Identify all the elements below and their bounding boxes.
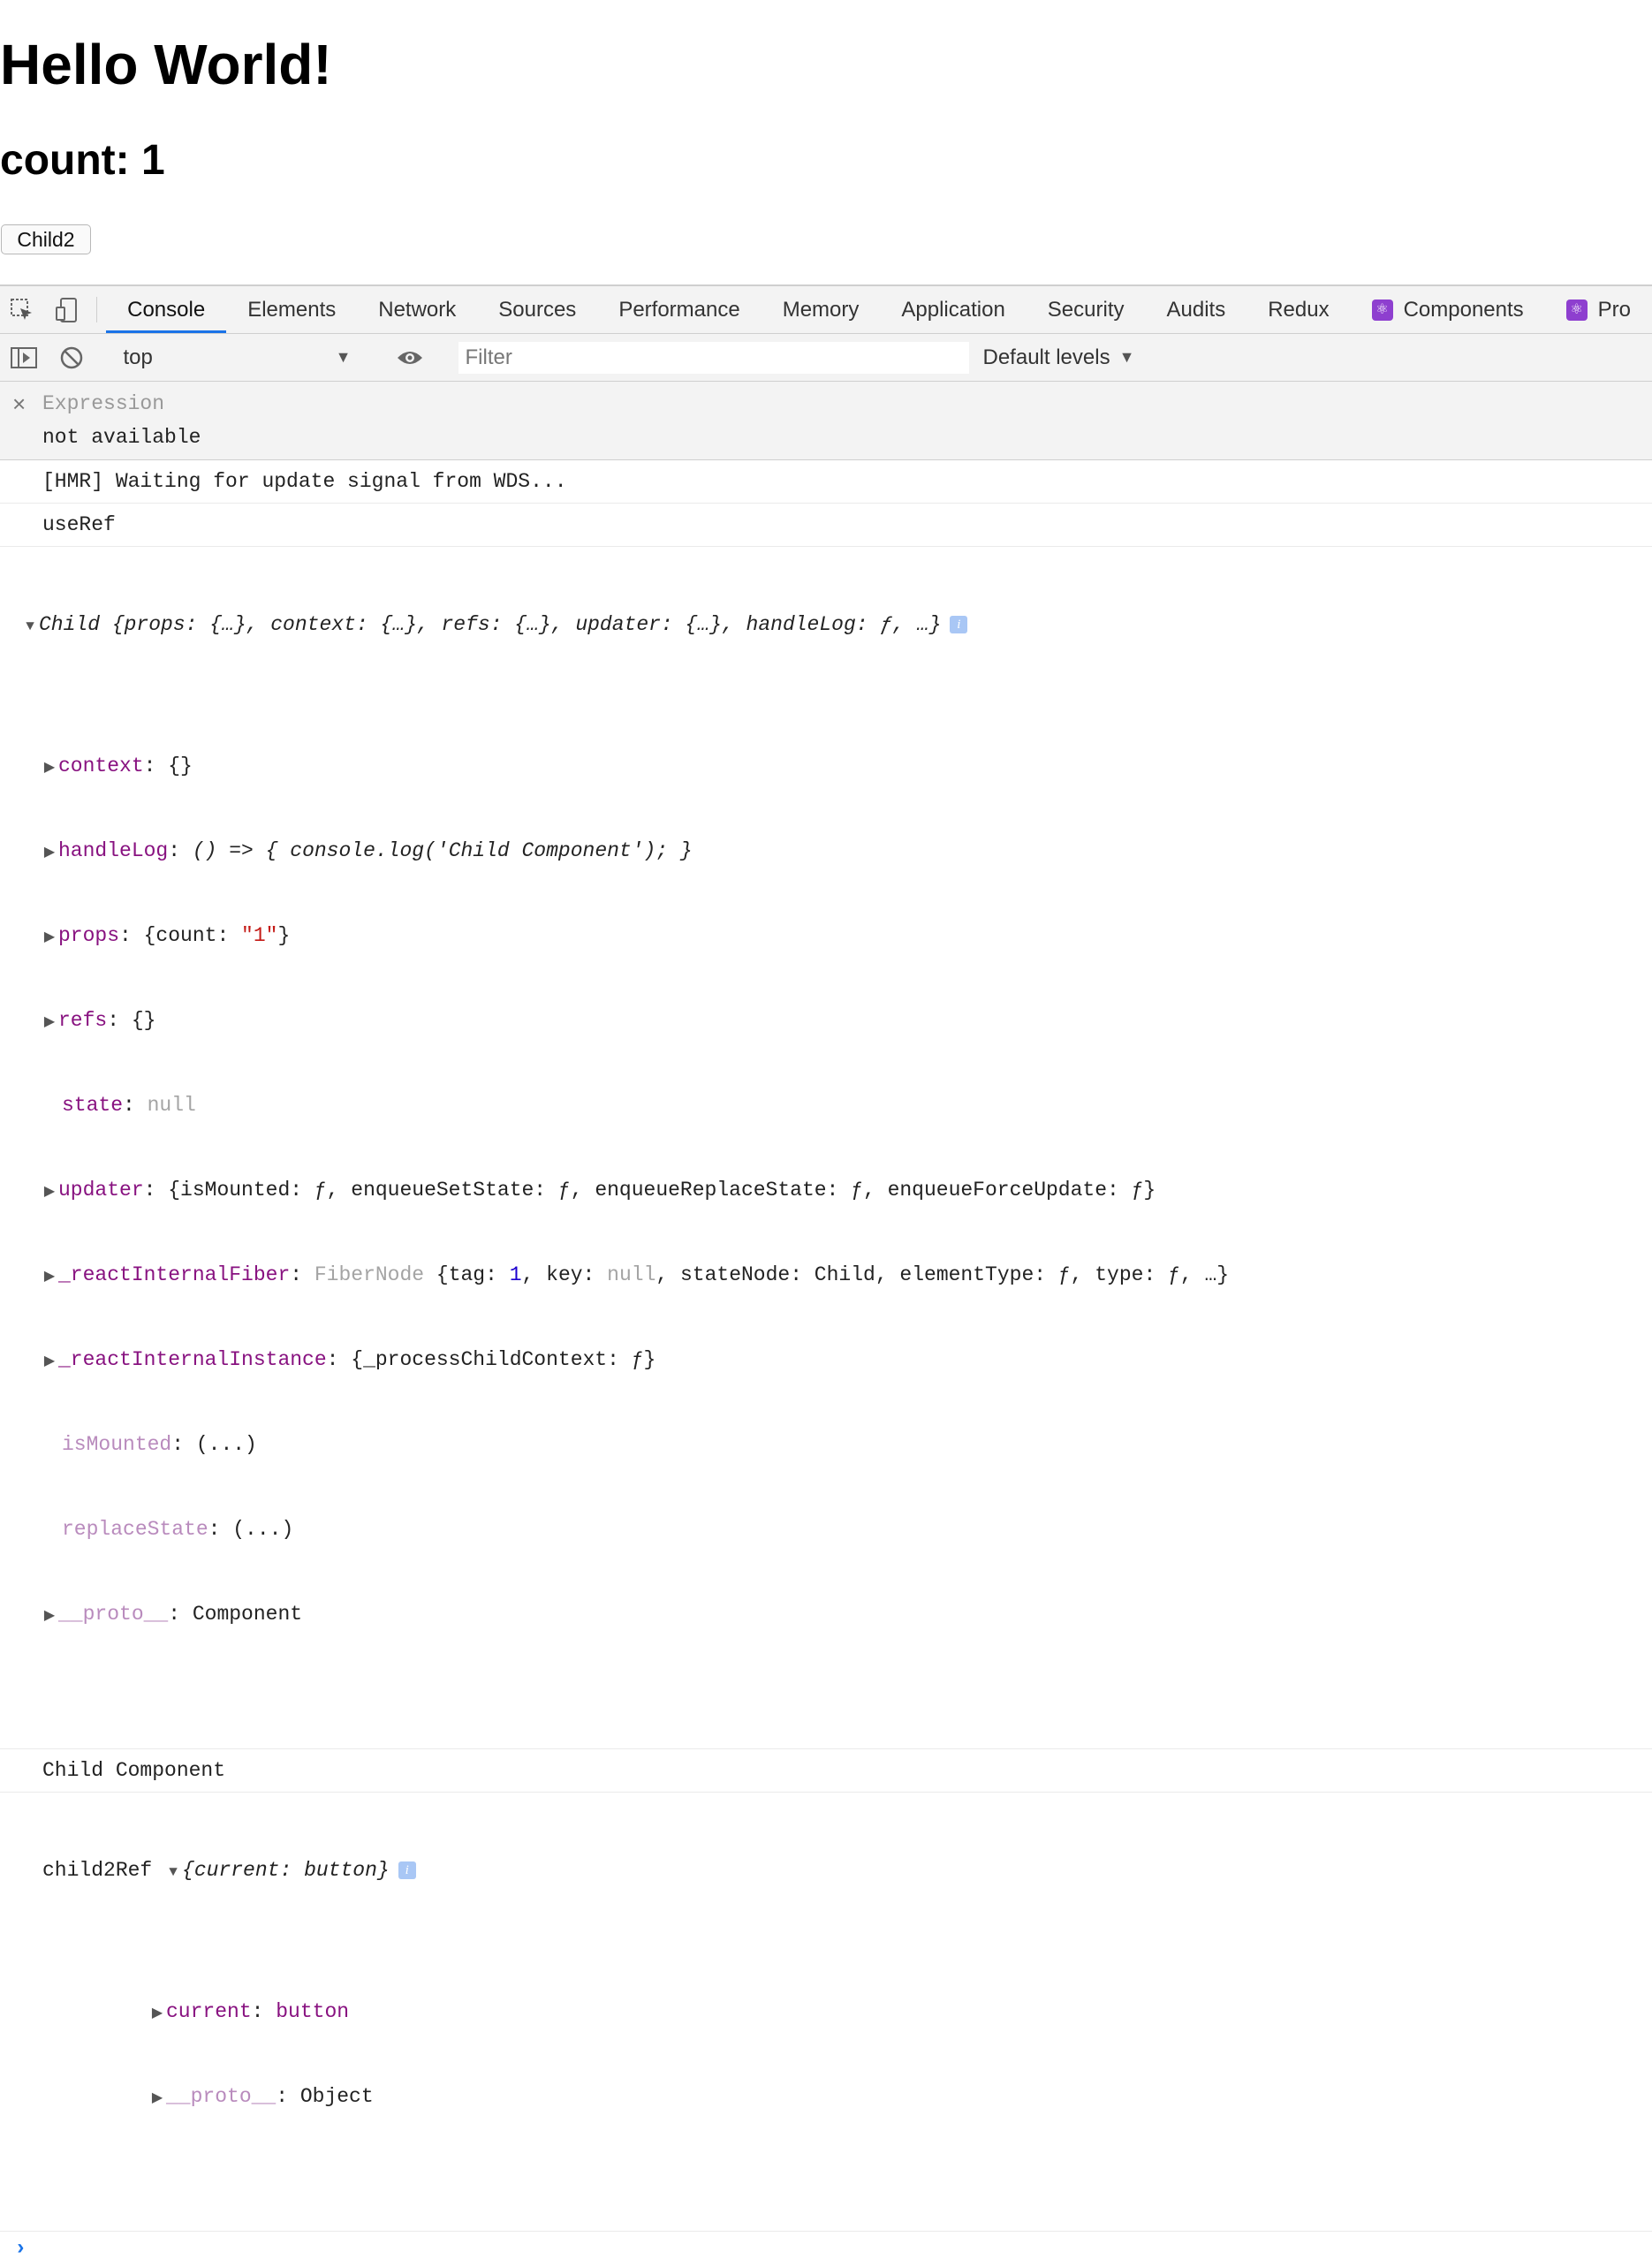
devtools-panel: Console Elements Network Sources Perform… <box>0 284 1652 2261</box>
chevron-down-icon: ▼ <box>335 348 352 366</box>
property-row[interactable]: ▶ refs: {} <box>41 1006 1652 1035</box>
app-page: Hello World! count: 1 Child2 <box>0 0 1652 284</box>
triangle-collapsed-icon: ▶ <box>43 1353 56 1369</box>
expression-value: not available <box>42 426 201 449</box>
property-row: state: null <box>62 1094 196 1117</box>
tab-elements[interactable]: Elements <box>226 286 357 333</box>
expression-name[interactable]: Expression <box>42 392 164 415</box>
tab-application[interactable]: Application <box>880 286 1026 333</box>
tabbar-separator <box>95 297 98 322</box>
sidebar-toggle-icon[interactable] <box>0 346 48 369</box>
info-icon: i <box>398 1861 416 1879</box>
triangle-collapsed-icon: ▶ <box>43 1184 56 1200</box>
eye-icon[interactable] <box>386 348 434 368</box>
react-icon: ⚛ <box>1565 299 1588 321</box>
console-prompt[interactable]: › <box>0 2232 1652 2267</box>
property-row[interactable]: isMounted: (...) <box>62 1430 1652 1459</box>
tab-profiler[interactable]: ⚛ Pro <box>1545 286 1652 333</box>
triangle-collapsed-icon: ▶ <box>43 1014 56 1030</box>
chevron-down-icon: ▼ <box>1118 348 1135 366</box>
tab-redux[interactable]: Redux <box>1247 286 1350 333</box>
property-row[interactable]: ▶ current: button <box>148 1998 1652 2026</box>
console-message: [HMR] Waiting for update signal from WDS… <box>0 460 1652 504</box>
triangle-collapsed-icon: ▶ <box>43 1269 56 1285</box>
tab-memory[interactable]: Memory <box>762 286 881 333</box>
property-row[interactable]: ▶ props: {count: "1"} <box>41 921 1652 950</box>
property-row[interactable]: ▶ context: {} <box>41 752 1652 780</box>
count-heading: count: 1 <box>0 137 165 184</box>
triangle-expanded-icon: ▼ <box>26 618 34 634</box>
console-message: useRef <box>0 504 1652 547</box>
property-row[interactable]: ▶ __proto__: Object <box>148 2082 1652 2111</box>
close-icon[interactable]: × <box>12 390 26 418</box>
property-row[interactable]: ▶ _reactInternalFiber: FiberNode {tag: 1,… <box>41 1261 1652 1289</box>
tab-console[interactable]: Console <box>106 286 227 333</box>
tab-performance[interactable]: Performance <box>597 286 761 333</box>
log-levels-dropdown[interactable]: Default levels ▼ <box>983 345 1135 370</box>
tab-network[interactable]: Network <box>357 286 477 333</box>
context-selector[interactable]: top ▼ <box>113 345 369 370</box>
console-message: child2Ref ▼ {current: button} i ▶ current: … <box>0 1793 1652 2232</box>
triangle-collapsed-icon: ▶ <box>43 760 56 776</box>
filter-input[interactable] <box>458 341 969 374</box>
tab-audits[interactable]: Audits <box>1146 286 1247 333</box>
triangle-collapsed-icon: ▶ <box>43 1608 56 1624</box>
console-toolbar: top ▼ Default levels ▼ <box>0 334 1652 382</box>
console-message: Child Component <box>0 1749 1652 1793</box>
tab-components[interactable]: ⚛ Components <box>1351 286 1545 333</box>
react-icon: ⚛ <box>1371 299 1393 321</box>
devtools-tabbar: Console Elements Network Sources Perform… <box>0 286 1652 334</box>
inspect-element-icon[interactable] <box>0 286 44 333</box>
triangle-collapsed-icon: ▶ <box>151 2090 163 2106</box>
triangle-collapsed-icon: ▶ <box>43 845 56 861</box>
console-message: ▼ Child {props: {…}, context: {…}, refs: … <box>0 547 1652 1749</box>
info-icon: i <box>950 615 968 633</box>
child2-button[interactable]: Child2 <box>1 224 91 254</box>
live-expression: × Expression not available <box>0 382 1652 460</box>
clear-console-icon[interactable] <box>48 345 95 370</box>
tab-sources[interactable]: Sources <box>477 286 597 333</box>
triangle-collapsed-icon: ▶ <box>43 929 56 945</box>
object-header[interactable]: child2Ref ▼ {current: button} i <box>42 1856 1652 1884</box>
device-toolbar-icon[interactable] <box>44 286 88 333</box>
property-row[interactable]: replaceState: (...) <box>62 1515 1652 1543</box>
object-header[interactable]: ▼ Child {props: {…}, context: {…}, refs: … <box>21 610 1652 639</box>
triangle-expanded-icon: ▼ <box>169 1864 178 1880</box>
property-row[interactable]: ▶ __proto__: Component <box>41 1600 1652 1628</box>
property-row[interactable]: ▶ updater: {isMounted: ƒ, enqueueSetState… <box>41 1176 1652 1204</box>
property-row[interactable]: ▶ _reactInternalInstance: {_processChildC… <box>41 1346 1652 1374</box>
tab-security[interactable]: Security <box>1027 286 1146 333</box>
property-row[interactable]: ▶ handleLog: () => { console.log('Child C… <box>41 837 1652 865</box>
chevron-right-icon: › <box>14 2237 27 2261</box>
triangle-collapsed-icon: ▶ <box>151 2005 163 2021</box>
page-heading: Hello World! <box>0 33 332 96</box>
console-messages: [HMR] Waiting for update signal from WDS… <box>0 460 1652 2267</box>
